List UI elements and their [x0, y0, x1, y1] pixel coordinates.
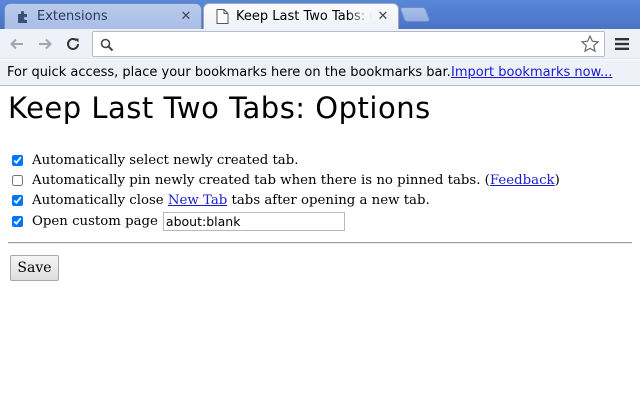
option-label-after: tabs after opening a new tab. [231, 192, 430, 208]
close-icon[interactable]: ✕ [179, 9, 193, 24]
option-label: Automatically select newly created tab. [32, 152, 299, 168]
option-label-suffix: ) [554, 172, 560, 188]
option-label: Automatically close [32, 192, 164, 208]
page-content: Keep Last Two Tabs: Options Automaticall… [0, 87, 640, 400]
import-bookmarks-link[interactable]: Import bookmarks now... [451, 65, 612, 80]
forward-arrow-icon[interactable] [35, 34, 55, 54]
option-auto-select: Automatically select newly created tab. [12, 151, 298, 169]
tab-title: Extensions [37, 9, 108, 24]
toolbar [0, 29, 640, 59]
feedback-link[interactable]: Feedback [490, 173, 555, 188]
menu-icon[interactable] [612, 35, 632, 53]
tab-strip: Extensions ✕ Keep Last Two Tabs: Options… [0, 0, 640, 29]
star-icon[interactable] [580, 34, 600, 54]
puzzle-piece-icon [15, 9, 31, 25]
back-arrow-icon[interactable] [7, 34, 27, 54]
close-icon[interactable]: ✕ [376, 9, 390, 24]
divider [8, 242, 632, 244]
search-icon [100, 37, 114, 52]
auto-close-checkbox[interactable] [12, 194, 23, 206]
tab-title: Keep Last Two Tabs: Options [236, 9, 372, 24]
bookmarks-bar: For quick access, place your bookmarks h… [0, 60, 640, 86]
tab-extensions[interactable]: Extensions ✕ [4, 3, 202, 29]
omnibox-input[interactable] [119, 35, 569, 53]
new-tab-button[interactable] [399, 7, 431, 22]
option-auto-close: Automatically close New Tab tabs after o… [12, 191, 430, 209]
option-label: Automatically pin newly created tab when… [32, 172, 490, 188]
page-icon [214, 9, 230, 25]
option-label: Open custom page [32, 213, 158, 229]
save-button[interactable]: Save [10, 255, 59, 281]
auto-select-checkbox[interactable] [12, 154, 23, 166]
tab-options[interactable]: Keep Last Two Tabs: Options ✕ [203, 3, 399, 29]
new-tab-link[interactable]: New Tab [168, 193, 227, 208]
custom-page-checkbox[interactable] [12, 215, 23, 227]
auto-pin-checkbox[interactable] [12, 174, 23, 186]
custom-page-url-input[interactable] [162, 211, 345, 231]
page-title: Keep Last Two Tabs: Options [8, 91, 431, 125]
option-custom-page: Open custom page [12, 211, 345, 231]
bookmarks-bar-message: For quick access, place your bookmarks h… [7, 65, 451, 80]
option-auto-pin: Automatically pin newly created tab when… [12, 171, 560, 189]
reload-icon[interactable] [63, 34, 83, 54]
omnibox[interactable] [92, 31, 605, 57]
